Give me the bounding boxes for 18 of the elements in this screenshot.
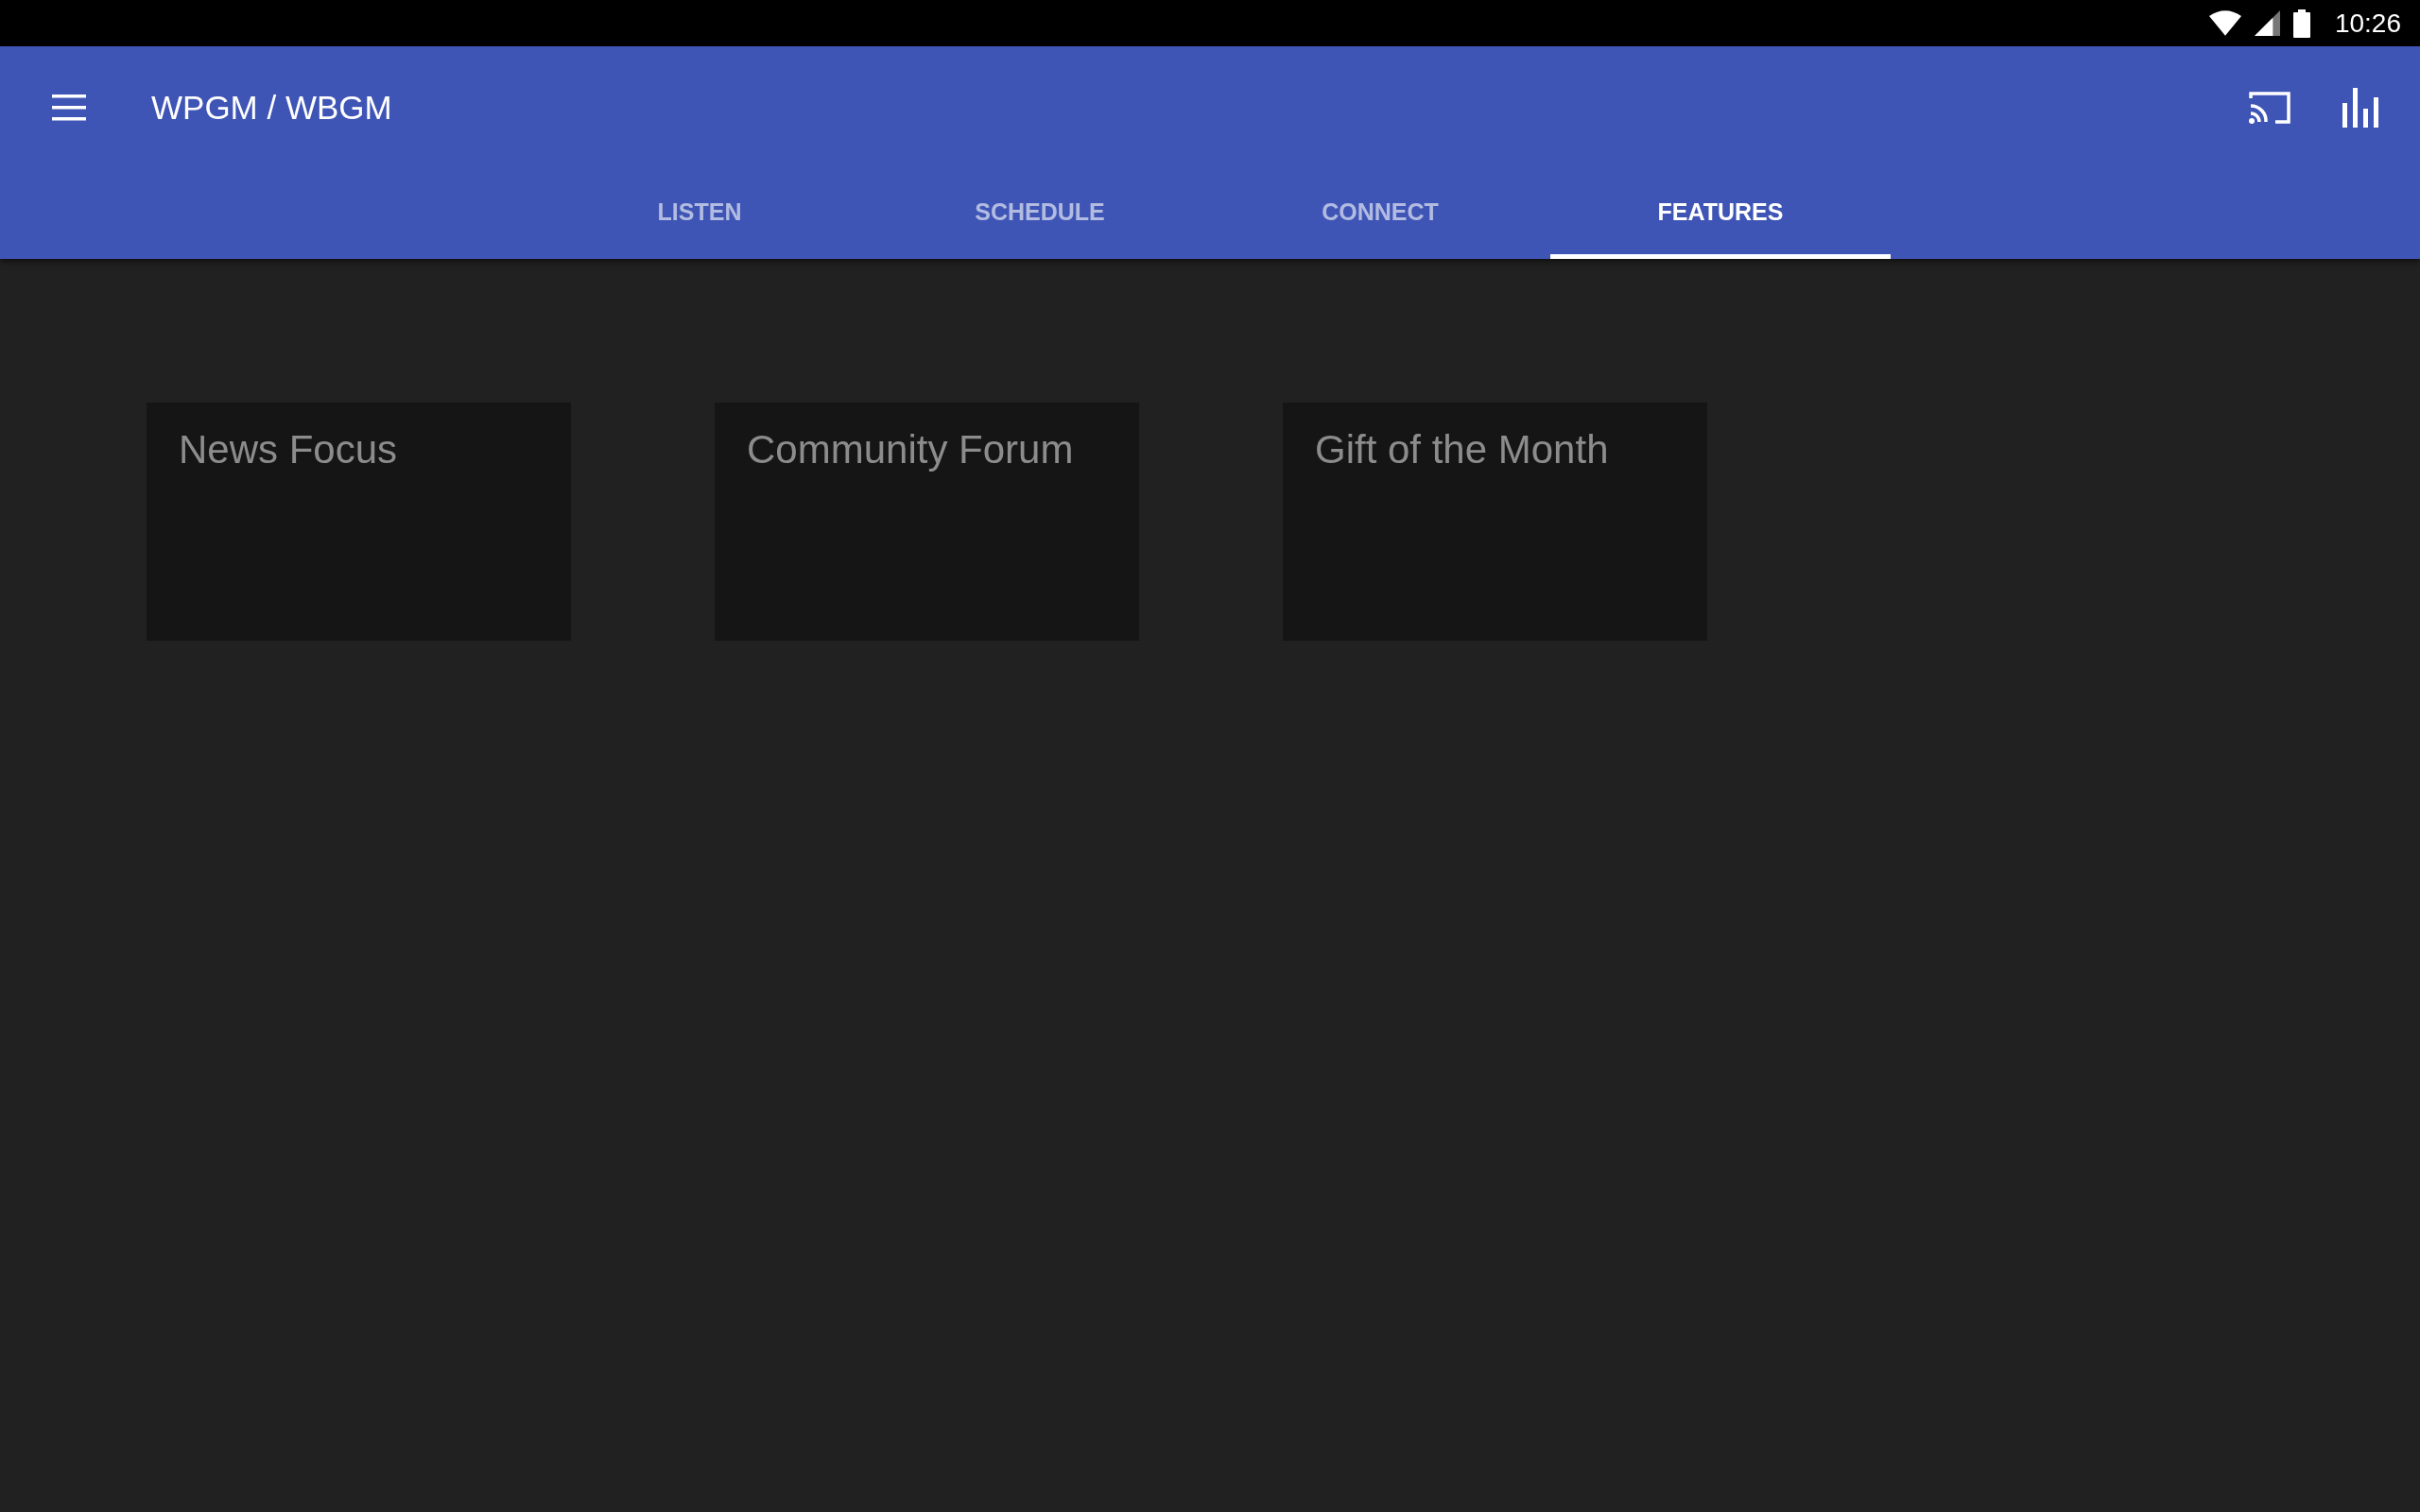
cast-icon[interactable]	[2249, 91, 2290, 125]
menu-icon[interactable]	[51, 94, 87, 121]
feature-card[interactable]: News Focus	[147, 403, 571, 641]
tab[interactable]: LISTEN	[529, 169, 870, 259]
tab[interactable]: FEATURES	[1550, 169, 1891, 259]
feature-title: Community Forum	[747, 427, 1074, 472]
feature-title: News Focus	[179, 427, 398, 472]
app-title: WPGM / WBGM	[151, 89, 392, 127]
status-time: 10:26	[2334, 8, 2401, 39]
feature-card[interactable]: Community Forum	[715, 403, 1139, 641]
battery-icon	[2292, 9, 2310, 38]
tab[interactable]: CONNECT	[1210, 169, 1550, 259]
equalizer-icon[interactable]	[2342, 88, 2378, 128]
tab[interactable]: SCHEDULE	[870, 169, 1210, 259]
signal-icon	[2254, 10, 2280, 36]
wifi-icon	[2208, 10, 2241, 36]
feature-title: Gift of the Month	[1315, 427, 1609, 472]
feature-card[interactable]: Gift of the Month	[1283, 403, 1707, 641]
